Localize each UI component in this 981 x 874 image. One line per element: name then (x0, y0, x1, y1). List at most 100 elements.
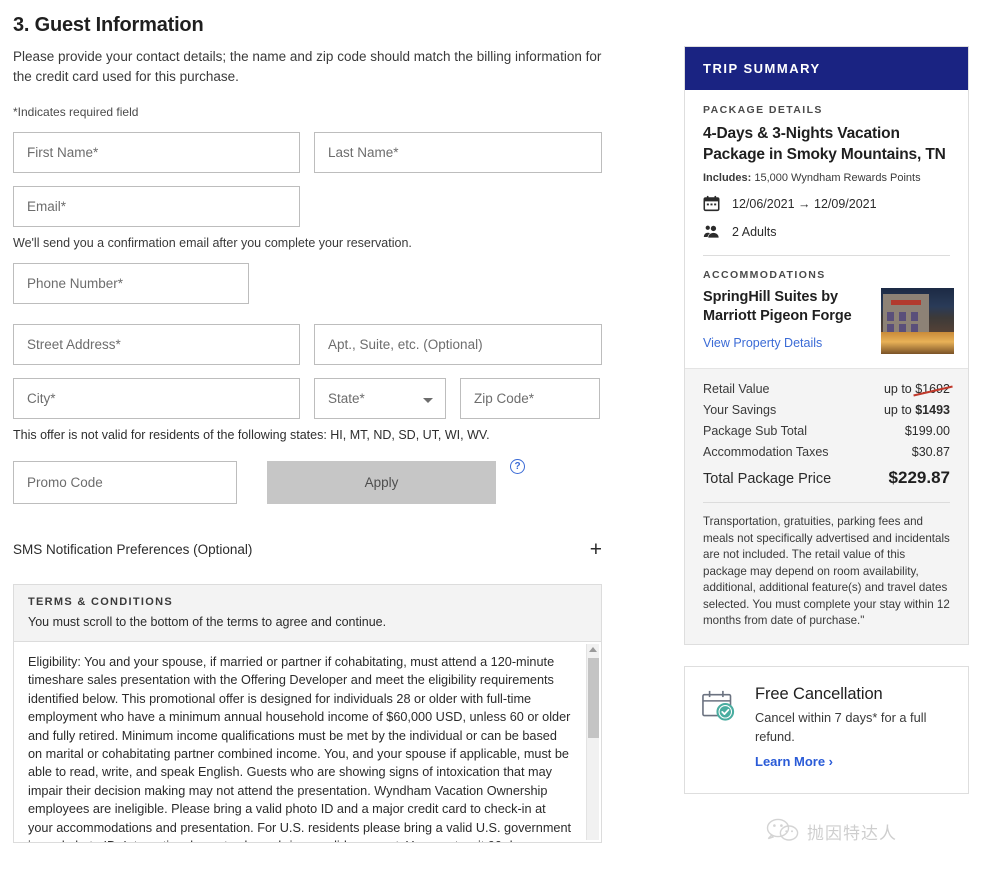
total-label: Total Package Price (703, 471, 832, 487)
price-row-sub-total: Package Sub Total $199.00 (703, 424, 950, 438)
sms-preferences-label: SMS Notification Preferences (Optional) (13, 542, 253, 557)
price-prefix: up to (883, 403, 916, 417)
price-value-group: up to $1692 (884, 382, 950, 396)
street-field-row: Street Address* Apt., Suite, etc. (Optio… (13, 324, 613, 365)
chevron-down-icon (423, 398, 433, 403)
apply-promo-button[interactable]: Apply (267, 461, 496, 504)
plus-icon[interactable]: + (590, 539, 602, 560)
page-title: 3. Guest Information (13, 14, 204, 36)
free-cancellation-card: Free Cancellation Cancel within 7 days* … (684, 665, 969, 794)
trip-summary-column: TRIP SUMMARY PACKAGE DETAILS 4-Days & 3-… (684, 46, 969, 794)
phone-field-row: Phone Number* (13, 263, 613, 304)
promo-code-row: Promo Code Apply ? (13, 459, 613, 504)
free-cancellation-subtitle: Cancel within 7 days* for a full refund. (755, 709, 927, 744)
pricing-breakdown: Retail Value up to $1692 Your Savings up… (685, 368, 968, 644)
includes-value: 15,000 Wyndham Rewards Points (754, 172, 921, 184)
price-value-group: up to $1493 (884, 403, 950, 417)
terms-and-conditions-box: TERMS & CONDITIONS You must scroll to th… (13, 584, 602, 843)
terms-subheading: You must scroll to the bottom of the ter… (28, 615, 387, 629)
guests-icon (703, 225, 719, 238)
package-includes: Includes: 15,000 Wyndham Rewards Points (703, 172, 950, 184)
guest-count-text: 2 Adults (732, 224, 777, 239)
watermark-text: 抛因特达人 (807, 823, 897, 844)
total-value: $229.87 (888, 468, 950, 487)
first-name-placeholder: First Name* (27, 145, 99, 160)
learn-more-link[interactable]: Learn More › (755, 754, 833, 769)
accommodation-row: SpringHill Suites by Marriott Pigeon For… (703, 288, 954, 354)
promo-code-placeholder: Promo Code (27, 475, 103, 490)
intro-text: Please provide your contact details; the… (13, 49, 602, 84)
calendar-check-icon (702, 690, 735, 721)
price-row-accommodation-taxes: Accommodation Taxes $30.87 (703, 445, 950, 459)
state-select[interactable]: State* (314, 378, 446, 419)
price-label: Retail Value (703, 382, 770, 396)
thumbnail-window (911, 312, 918, 321)
summary-divider (703, 255, 950, 256)
calendar-icon (703, 195, 720, 212)
thumbnail-window (899, 312, 906, 321)
terms-body-text: Eligibility: You and your spouse, if mar… (28, 655, 572, 842)
price-value-struck: $1692 (915, 382, 950, 396)
street-address-input[interactable]: Street Address* (13, 324, 300, 365)
state-placeholder: State* (328, 391, 365, 406)
accommodations-kicker: ACCOMMODATIONS (703, 269, 826, 281)
street-address-placeholder: Street Address* (27, 337, 121, 352)
thumbnail-sign (891, 300, 921, 305)
wechat-logo-icon (766, 818, 799, 841)
phone-placeholder: Phone Number* (27, 276, 124, 291)
price-label: Accommodation Taxes (703, 445, 829, 459)
price-value: $1493 (915, 403, 950, 417)
email-field-row: Email* (13, 186, 613, 227)
price-row-total: Total Package Price $229.87 (703, 468, 950, 488)
city-input[interactable]: City* (13, 378, 300, 419)
trip-dates-text: 12/06/2021 → 12/09/2021 (732, 196, 877, 211)
price-label: Package Sub Total (703, 424, 808, 438)
trip-dates-row: 12/06/2021 → 12/09/2021 (703, 195, 950, 212)
first-name-input[interactable]: First Name* (13, 132, 300, 173)
view-property-details-link[interactable]: View Property Details (703, 336, 873, 350)
price-label: Your Savings (703, 403, 777, 417)
pricing-disclaimer: Transportation, gratuities, parking fees… (703, 515, 950, 627)
trip-summary-header: TRIP SUMMARY (685, 47, 968, 90)
thumbnail-window (887, 312, 894, 321)
guest-information-section: 3. Guest Information Please provide your… (13, 0, 613, 843)
city-state-zip-row: City* State* Zip Code* (13, 378, 613, 419)
terms-scrollbar[interactable] (586, 644, 599, 840)
price-value: $30.87 (911, 445, 950, 459)
terms-scroll-area[interactable]: Eligibility: You and your spouse, if mar… (14, 642, 601, 842)
trip-summary-card: TRIP SUMMARY PACKAGE DETAILS 4-Days & 3-… (684, 46, 969, 645)
free-cancellation-title: Free Cancellation (755, 684, 883, 703)
excluded-states-note: This offer is not valid for residents of… (13, 428, 490, 442)
terms-heading: TERMS & CONDITIONS (28, 596, 174, 608)
price-prefix: up to (883, 382, 916, 396)
trip-summary-body: PACKAGE DETAILS 4-Days & 3-Nights Vacati… (685, 90, 968, 354)
last-name-placeholder: Last Name* (328, 145, 399, 160)
hotel-thumbnail-image (881, 288, 954, 354)
phone-input[interactable]: Phone Number* (13, 263, 249, 304)
apt-suite-input[interactable]: Apt., Suite, etc. (Optional) (314, 324, 602, 365)
terms-header: TERMS & CONDITIONS You must scroll to th… (14, 585, 601, 642)
price-row-retail-value: Retail Value up to $1692 (703, 382, 950, 396)
checkout-page: 3. Guest Information Please provide your… (0, 0, 981, 874)
price-row-your-savings: Your Savings up to $1493 (703, 403, 950, 417)
zip-code-input[interactable]: Zip Code* (460, 378, 600, 419)
hotel-name: SpringHill Suites by Marriott Pigeon For… (703, 289, 852, 324)
scroll-up-arrow-icon[interactable] (589, 647, 597, 652)
sms-preferences-accordion[interactable]: SMS Notification Preferences (Optional) … (13, 539, 602, 560)
email-helper-text: We'll send you a confirmation email afte… (13, 236, 412, 250)
package-title: 4-Days & 3-Nights Vacation Package in Sm… (703, 125, 946, 163)
city-placeholder: City* (27, 391, 56, 406)
scrollbar-thumb[interactable] (588, 658, 599, 738)
promo-code-input[interactable]: Promo Code (13, 461, 237, 504)
includes-label: Includes: (703, 172, 752, 184)
email-input[interactable]: Email* (13, 186, 300, 227)
help-circle-icon[interactable]: ? (510, 459, 525, 474)
pricing-divider (703, 502, 950, 503)
apt-suite-placeholder: Apt., Suite, etc. (Optional) (328, 337, 483, 352)
last-name-input[interactable]: Last Name* (314, 132, 602, 173)
thumbnail-awning (881, 332, 954, 354)
guest-count-row: 2 Adults (703, 223, 950, 240)
name-field-row: First Name* Last Name* (13, 132, 613, 173)
zip-code-placeholder: Zip Code* (474, 391, 535, 406)
package-details-kicker: PACKAGE DETAILS (703, 104, 823, 116)
